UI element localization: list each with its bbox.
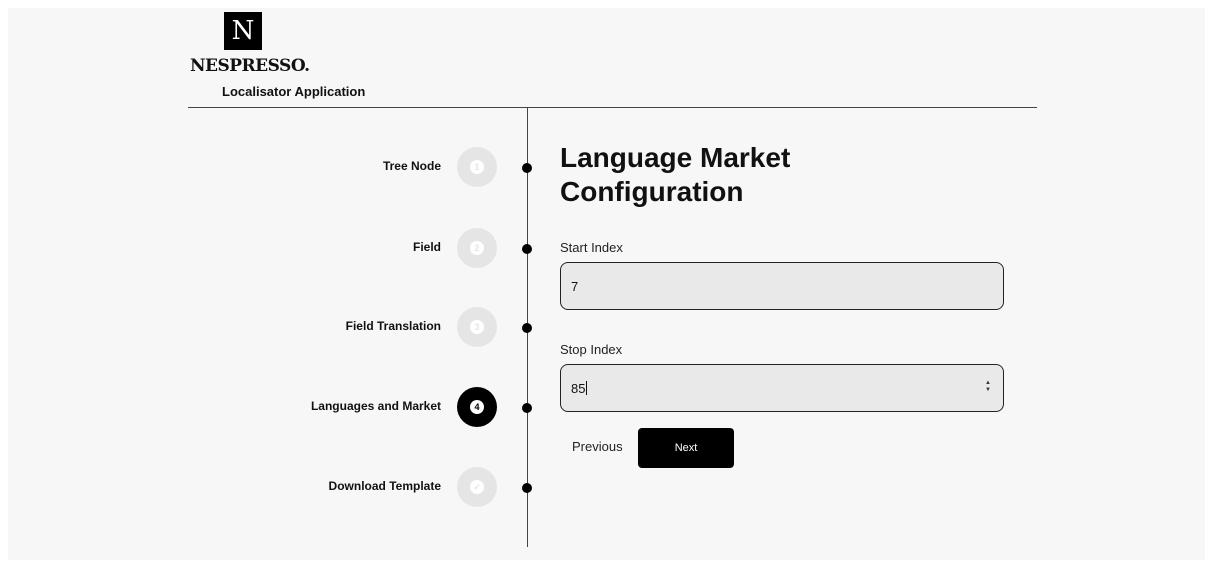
start-index-value: 7	[571, 279, 579, 294]
check-icon: ✓	[470, 480, 484, 494]
step-download-template[interactable]: Download Template ✓	[190, 467, 535, 507]
start-index-input[interactable]: 7	[560, 262, 1004, 310]
step-label: Field Translation	[345, 319, 441, 333]
step-languages-and-market[interactable]: Languages and Market 4	[190, 387, 535, 427]
step-dot	[522, 323, 532, 333]
start-index-label: Start Index	[560, 240, 623, 255]
step-circle: 1	[457, 147, 497, 187]
step-dot	[522, 403, 532, 413]
step-dot	[522, 244, 532, 254]
step-tree-node[interactable]: Tree Node 1	[190, 147, 535, 187]
nespresso-logo-icon: N	[224, 12, 262, 50]
logo-letter: N	[231, 16, 255, 46]
app-title: Localisator Application	[222, 84, 366, 99]
step-circle: ✓	[457, 467, 497, 507]
next-button[interactable]: Next	[638, 428, 734, 468]
stop-index-value: 85	[571, 381, 586, 396]
number-spinner[interactable]: ▲ ▼	[985, 380, 991, 393]
step-label: Download Template	[328, 479, 441, 493]
step-circle-active: 4	[457, 387, 497, 427]
previous-button[interactable]: Previous	[572, 439, 623, 454]
step-label: Tree Node	[382, 159, 441, 173]
brand-name: NESPRESSO.	[190, 56, 310, 76]
step-dot	[522, 163, 532, 173]
step-number: 2	[470, 241, 484, 255]
step-field[interactable]: Field 2	[190, 228, 535, 268]
step-circle: 3	[457, 307, 497, 347]
spinner-up-icon[interactable]: ▲	[985, 380, 991, 386]
header-divider	[188, 107, 1037, 108]
step-label: Languages and Market	[310, 399, 441, 413]
text-cursor	[586, 381, 588, 395]
spinner-down-icon[interactable]: ▼	[985, 387, 991, 393]
step-number: 4	[470, 400, 484, 414]
step-number: 3	[470, 320, 484, 334]
stop-index-input[interactable]: 85 ▲ ▼	[560, 364, 1004, 412]
step-field-translation[interactable]: Field Translation 3	[190, 307, 535, 347]
step-dot	[522, 483, 532, 493]
page-title: Language Market Configuration	[560, 142, 791, 207]
step-circle: 2	[457, 228, 497, 268]
stop-index-label: Stop Index	[560, 342, 623, 357]
step-label: Field	[412, 240, 441, 254]
step-number: 1	[470, 160, 484, 174]
